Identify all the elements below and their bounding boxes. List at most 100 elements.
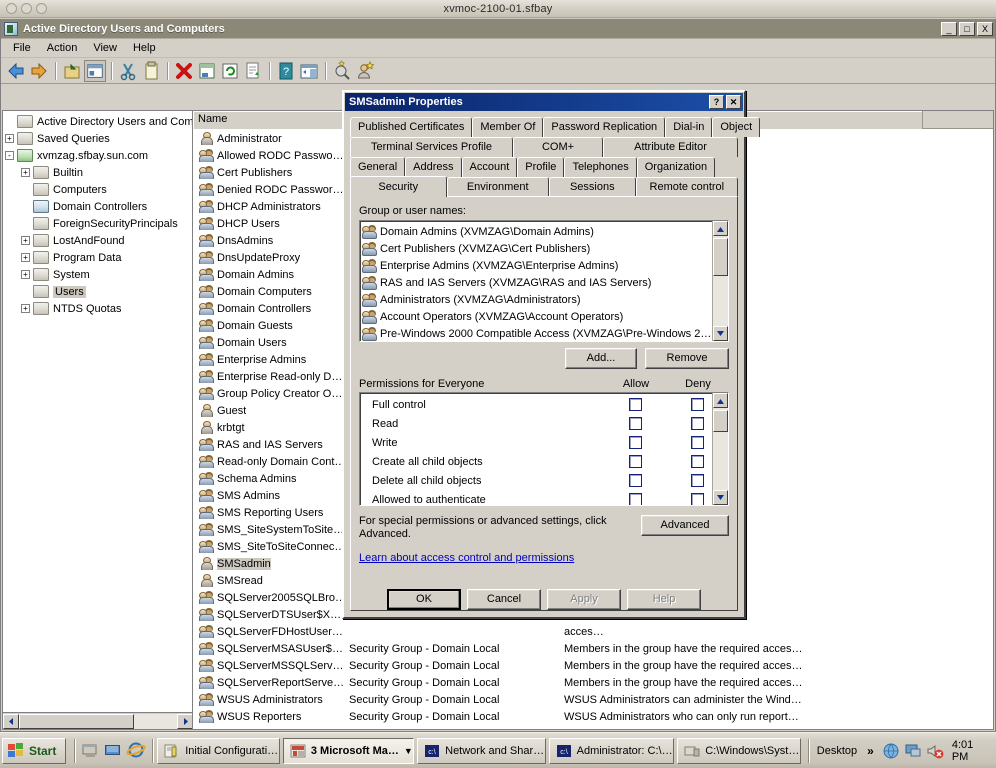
allow-checkbox[interactable] <box>628 436 642 449</box>
scroll-left-arrow-icon[interactable] <box>3 713 19 729</box>
deny-checkbox[interactable] <box>690 474 704 487</box>
cut-icon[interactable] <box>117 60 139 82</box>
tree-expander[interactable]: + <box>21 168 30 177</box>
tree-expander[interactable]: + <box>21 304 30 313</box>
learn-about-access-control-link[interactable]: Learn about access control and permissio… <box>359 552 729 564</box>
scroll-up-arrow-icon[interactable] <box>713 221 728 236</box>
tab-account[interactable]: Account <box>461 157 518 177</box>
table-row[interactable]: WSUS Reporters Security Group - Domain Lo… <box>194 708 993 725</box>
deny-checkbox[interactable] <box>690 417 704 430</box>
tab-object[interactable]: Object <box>712 117 761 137</box>
tab-general[interactable]: General <box>350 157 406 177</box>
delete-icon[interactable] <box>173 60 195 82</box>
show-desktop-icon[interactable] <box>80 740 101 762</box>
help-icon[interactable]: ? <box>275 60 297 82</box>
taskbar-item-windows-explorer[interactable]: C:\Windows\Syst… <box>677 737 801 764</box>
dialog-tab-strip[interactable]: Published Certificates Member Of Passwor… <box>350 117 761 197</box>
advanced-button[interactable]: Advanced <box>641 515 729 536</box>
tree-expander[interactable]: + <box>21 253 30 262</box>
tree-item-domain[interactable]: - xvmzag.sfbay.sun.com <box>5 147 192 164</box>
group-list-item[interactable]: Domain Admins (XVMZAG\Domain Admins) <box>362 223 728 240</box>
menu-item-file[interactable]: File <box>5 40 39 56</box>
start-button[interactable]: Start <box>2 737 67 764</box>
mmc-window-buttons[interactable]: _ □ X <box>941 21 993 36</box>
tab-member-of[interactable]: Member Of <box>472 117 544 137</box>
group-list-scroll-thumb[interactable] <box>713 238 728 276</box>
permissions-scrollbar[interactable] <box>712 393 728 505</box>
add-button[interactable]: Add... <box>565 348 637 369</box>
menu-bar[interactable]: File Action View Help <box>1 39 995 58</box>
permissions-list[interactable]: Full control Read Write Create all child ob… <box>359 392 729 506</box>
group-list-item[interactable]: Pre-Windows 2000 Compatible Access (XVMZ… <box>362 325 728 341</box>
smsadmin-properties-dialog[interactable]: SMSadmin Properties ? ✕ Published Certif… <box>342 90 761 619</box>
tab-security[interactable]: Security <box>350 176 447 197</box>
tab-profile[interactable]: Profile <box>517 157 565 177</box>
tab-row-2[interactable]: Terminal Services Profile COM+ Attribute… <box>350 137 738 157</box>
deny-checkbox[interactable] <box>690 455 704 468</box>
close-button[interactable]: X <box>977 21 993 36</box>
tab-row-4[interactable]: Security Environment Sessions Remote con… <box>350 176 739 197</box>
tree-expander[interactable]: + <box>21 270 30 279</box>
dialog-close-button[interactable]: ✕ <box>726 95 741 109</box>
apply-button[interactable]: Apply <box>547 588 621 610</box>
tab-remote-control[interactable]: Remote control <box>635 177 739 197</box>
ok-button[interactable]: OK <box>387 588 461 610</box>
new-user-icon[interactable] <box>354 60 376 82</box>
back-icon[interactable] <box>5 60 27 82</box>
deny-checkbox[interactable] <box>690 398 704 411</box>
cancel-button[interactable]: Cancel <box>467 588 541 610</box>
mmc-titlebar[interactable]: Active Directory Users and Computers _ □… <box>1 19 995 39</box>
deny-checkbox[interactable] <box>690 436 704 449</box>
tab-telephones[interactable]: Telephones <box>564 157 637 177</box>
tree-item-system[interactable]: + System <box>5 266 192 283</box>
tab-com-plus[interactable]: COM+ <box>513 137 603 157</box>
permission-rows[interactable]: Full control Read Write Create all child ob… <box>360 393 728 505</box>
switch-windows-icon[interactable] <box>103 740 124 762</box>
network-icon[interactable] <box>882 742 900 760</box>
group-list-item[interactable]: Administrators (XVMZAG\Administrators) <box>362 291 728 308</box>
system-tray[interactable]: Desktop » 4:01 PM <box>804 738 994 764</box>
show-hide-action-pane-icon[interactable] <box>298 60 320 82</box>
restore-button[interactable]: □ <box>959 21 975 36</box>
permissions-scroll-thumb[interactable] <box>713 410 728 432</box>
menu-item-help[interactable]: Help <box>125 40 164 56</box>
tree-item-domain-controllers[interactable]: Domain Controllers <box>5 198 192 215</box>
allow-checkbox[interactable] <box>628 398 642 411</box>
find-icon[interactable] <box>331 59 353 82</box>
tree-item-program-data[interactable]: + Program Data <box>5 249 192 266</box>
scroll-up-arrow-icon[interactable] <box>713 393 728 408</box>
tab-dial-in[interactable]: Dial-in <box>665 117 713 137</box>
tab-address[interactable]: Address <box>405 157 462 177</box>
display-icon[interactable] <box>904 742 922 760</box>
table-row[interactable]: WSUS Administrators Security Group - Doma… <box>194 691 993 708</box>
taskbar-item-network-and-sharing[interactable]: c:\ Network and Shar… <box>417 737 546 764</box>
tree-item-builtin[interactable]: + Builtin <box>5 164 192 181</box>
tab-organization[interactable]: Organization <box>636 157 716 177</box>
group-list-item[interactable]: RAS and IAS Servers (XVMZAG\RAS and IAS … <box>362 274 728 291</box>
toolbar[interactable]: ? <box>1 58 995 84</box>
tree-item-saved-queries[interactable]: + Saved Queries <box>5 130 192 147</box>
allow-checkbox[interactable] <box>628 417 642 430</box>
taskbar[interactable]: Start Initial Configurati… 3 Microsoft M… <box>0 732 996 768</box>
forward-icon[interactable] <box>28 60 50 82</box>
tab-sessions[interactable]: Sessions <box>548 177 636 197</box>
table-row[interactable]: SQLServerFDHostUser$xvr acces… <box>194 623 993 640</box>
console-tree[interactable]: Active Directory Users and Comput + Save… <box>3 111 192 317</box>
taskbar-item-administrator-command-prompt[interactable]: c:\ Administrator: C:\… <box>548 737 675 764</box>
allow-checkbox[interactable] <box>628 474 642 487</box>
tree-item-lost-and-found[interactable]: + LostAndFound <box>5 232 192 249</box>
show-hide-console-tree-icon[interactable] <box>84 59 106 82</box>
group-list-scrollbar[interactable] <box>712 221 728 341</box>
tab-environment[interactable]: Environment <box>446 177 549 197</box>
remove-button[interactable]: Remove <box>645 348 729 369</box>
group-list-buttons[interactable]: Add... Remove <box>359 348 729 369</box>
tree-item-foreign-security-principals[interactable]: ForeignSecurityPrincipals <box>5 215 192 232</box>
taskbar-item-microsoft-management-console[interactable]: 3 Microsoft Ma… ▼ <box>282 737 415 764</box>
help-button[interactable]: Help <box>627 588 701 610</box>
tree-scroll-thumb[interactable] <box>19 713 134 729</box>
internet-explorer-icon[interactable] <box>126 740 147 762</box>
group-list-item[interactable]: Account Operators (XVMZAG\Account Operat… <box>362 308 728 325</box>
overflow-chevron-icon[interactable]: » <box>867 744 874 758</box>
tree-item-root[interactable]: Active Directory Users and Comput <box>5 113 192 130</box>
export-list-icon[interactable] <box>242 60 264 82</box>
